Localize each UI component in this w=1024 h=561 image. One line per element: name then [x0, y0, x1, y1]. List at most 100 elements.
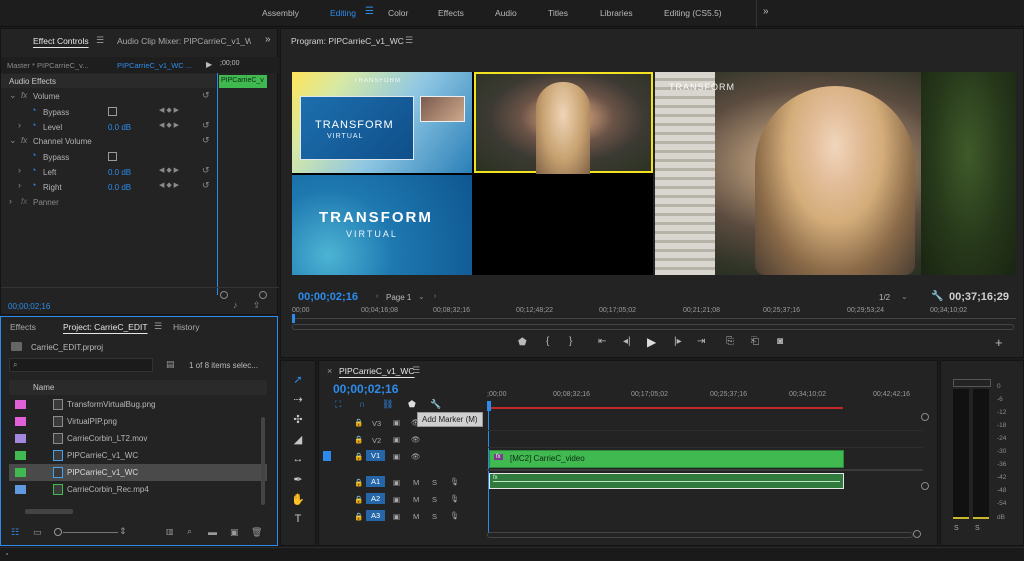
timeline-ruler[interactable]: ;00;00 00;08;32;16 00;17;05;02 00;25;37;…: [487, 387, 927, 413]
fx-badge[interactable]: fx: [21, 91, 27, 100]
horizontal-scrollbar[interactable]: [487, 532, 913, 538]
reset-icon[interactable]: ↺: [202, 165, 210, 176]
sync-lock-icon[interactable]: ▣: [393, 452, 400, 461]
chevron-right-icon[interactable]: ›: [18, 180, 21, 190]
multicam-view[interactable]: TRANSFORM VIRTUAL TRANSFORM TRANSFORM VI…: [292, 72, 653, 275]
wrench-icon[interactable]: 🔧: [430, 399, 441, 410]
solo-button[interactable]: S: [432, 512, 437, 521]
eye-icon[interactable]: 👁: [411, 435, 421, 444]
workspace-tab-editing-cs55[interactable]: Editing (CS5.5): [664, 8, 722, 18]
video-clip[interactable]: fx [MC2] CarrieC_video: [489, 450, 844, 468]
add-marker-icon[interactable]: ⬟: [408, 399, 416, 410]
new-bin-icon[interactable]: ▬: [208, 527, 217, 537]
play-icon[interactable]: ▶: [206, 60, 212, 69]
list-item[interactable]: TransformVirtualBug.png: [9, 396, 267, 413]
eye-icon[interactable]: 👁: [411, 452, 421, 461]
workspace-tab-editing[interactable]: Editing: [330, 8, 356, 18]
automate-icon[interactable]: ▥: [166, 527, 174, 536]
lock-icon[interactable]: 🔒: [354, 495, 363, 504]
chevron-left-icon[interactable]: ‹: [376, 293, 378, 300]
clip-bar[interactable]: PIPCarrieC_v: [219, 75, 267, 88]
program-ruler[interactable]: 00;00 00;04;16;08 00;08;32;16 00;12;48;2…: [292, 305, 1016, 323]
double-chevron-right-icon[interactable]: »: [265, 34, 271, 45]
list-item[interactable]: PIPCarrieC_v1_WC: [9, 447, 267, 464]
scrollbar[interactable]: [25, 509, 73, 514]
find-icon[interactable]: ⌕: [187, 526, 192, 537]
status-icon[interactable]: ◔: [4, 550, 9, 559]
scroll-handle[interactable]: [913, 530, 921, 538]
list-item[interactable]: VirtualPIP.png: [9, 413, 267, 430]
camera-4-thumbnail[interactable]: [474, 175, 653, 275]
lock-icon[interactable]: 🔒: [354, 478, 363, 487]
scrollbar[interactable]: [261, 417, 265, 505]
zoom-handle[interactable]: [259, 291, 267, 299]
peak-indicator[interactable]: [953, 379, 991, 387]
track-label-v3[interactable]: V3: [372, 419, 381, 428]
go-to-out-icon[interactable]: ⇥: [697, 336, 705, 347]
add-button-icon[interactable]: +: [995, 335, 1003, 350]
icon-view-icon[interactable]: ▭: [33, 527, 42, 538]
track-label-a3[interactable]: A3: [366, 510, 386, 521]
stopwatch-icon[interactable]: ◔: [31, 120, 36, 130]
mark-out-icon[interactable]: }: [569, 336, 572, 347]
reset-icon[interactable]: ↺: [202, 120, 210, 131]
label-color-swatch[interactable]: [15, 417, 26, 426]
timeline-timecode[interactable]: 00;00;02;16: [333, 382, 398, 396]
stopwatch-icon[interactable]: ◔: [31, 165, 36, 175]
hand-tool-icon[interactable]: ✋: [291, 493, 305, 506]
double-chevron-right-icon[interactable]: »: [763, 6, 769, 17]
menu-icon[interactable]: ☰: [96, 35, 104, 46]
workspace-tab-titles[interactable]: Titles: [548, 8, 568, 18]
wrench-icon[interactable]: 🔧: [931, 291, 943, 302]
audio-icon[interactable]: ♪: [233, 300, 238, 310]
audio-clip[interactable]: fx: [489, 473, 844, 489]
solo-right-button[interactable]: S: [975, 525, 980, 532]
zoom-slider-handle[interactable]: [54, 528, 62, 536]
list-item[interactable]: CarrieCorbin_LT2.mov: [9, 430, 267, 447]
export-icon[interactable]: ⇪: [253, 300, 261, 311]
list-view-icon[interactable]: ☷: [11, 527, 19, 538]
chevron-down-icon[interactable]: ⌄: [9, 135, 17, 146]
stopwatch-icon[interactable]: ◔: [31, 180, 36, 190]
zoom-scrollbar[interactable]: [292, 324, 1014, 330]
chevron-right-icon[interactable]: ›: [434, 293, 436, 300]
program-timecode[interactable]: 00;00;02;16: [298, 291, 358, 303]
chevron-down-icon[interactable]: ⌄: [9, 90, 17, 101]
camera-1-thumbnail[interactable]: TRANSFORM VIRTUAL TRANSFORM: [292, 72, 472, 173]
scroll-handle[interactable]: [921, 482, 929, 490]
workspace-tab-assembly[interactable]: Assembly: [262, 8, 299, 18]
resolution-selector[interactable]: 1/2: [879, 293, 890, 302]
label-color-swatch[interactable]: [15, 451, 26, 460]
tab-project[interactable]: Project: CarrieC_EDIT: [63, 322, 148, 332]
keyframe-nav-icon[interactable]: ◀ ◆ ▶: [159, 166, 179, 174]
menu-icon[interactable]: ☰: [405, 35, 413, 46]
bypass-checkbox[interactable]: [108, 152, 117, 161]
fx-badge[interactable]: fx: [21, 136, 27, 145]
sync-lock-icon[interactable]: ▣: [393, 435, 400, 444]
stopwatch-icon[interactable]: ◔: [31, 105, 36, 115]
slip-tool-icon[interactable]: ↔: [291, 453, 305, 465]
workspace-tab-audio[interactable]: Audio: [495, 8, 517, 18]
pen-tool-icon[interactable]: ✒: [291, 473, 305, 486]
search-input[interactable]: ⌕: [9, 358, 153, 372]
selection-tool-icon[interactable]: ➚: [291, 373, 305, 386]
sync-lock-icon[interactable]: ▣: [393, 512, 400, 521]
tab-audio-clip-mixer[interactable]: Audio Clip Mixer: PIPCarrieC_v1_W(: [117, 36, 251, 46]
camera-3-thumbnail[interactable]: TRANSFORM VIRTUAL: [292, 175, 472, 275]
menu-icon[interactable]: ☰: [412, 365, 420, 376]
name-column-header[interactable]: Name: [33, 383, 54, 392]
sync-lock-icon[interactable]: ▣: [393, 495, 400, 504]
play-icon[interactable]: ▶: [647, 335, 656, 349]
tab-history[interactable]: History: [173, 322, 199, 332]
effect-controls-timecode[interactable]: 00;00;02;16: [8, 302, 50, 311]
zoom-handle[interactable]: [220, 291, 228, 299]
new-bin-icon[interactable]: ▤: [166, 359, 175, 370]
track-label-v2[interactable]: V2: [372, 436, 381, 445]
list-item-selected[interactable]: PIPCarrieC_v1_WC: [9, 464, 267, 481]
label-color-swatch[interactable]: [15, 468, 26, 477]
stopwatch-icon[interactable]: ◔: [31, 150, 36, 160]
camera-2-thumbnail[interactable]: [474, 72, 653, 174]
label-color-swatch[interactable]: [15, 400, 26, 409]
workspace-tab-libraries[interactable]: Libraries: [600, 8, 633, 18]
tab-sequence[interactable]: PIPCarrieC_v1_WC: [339, 366, 415, 376]
